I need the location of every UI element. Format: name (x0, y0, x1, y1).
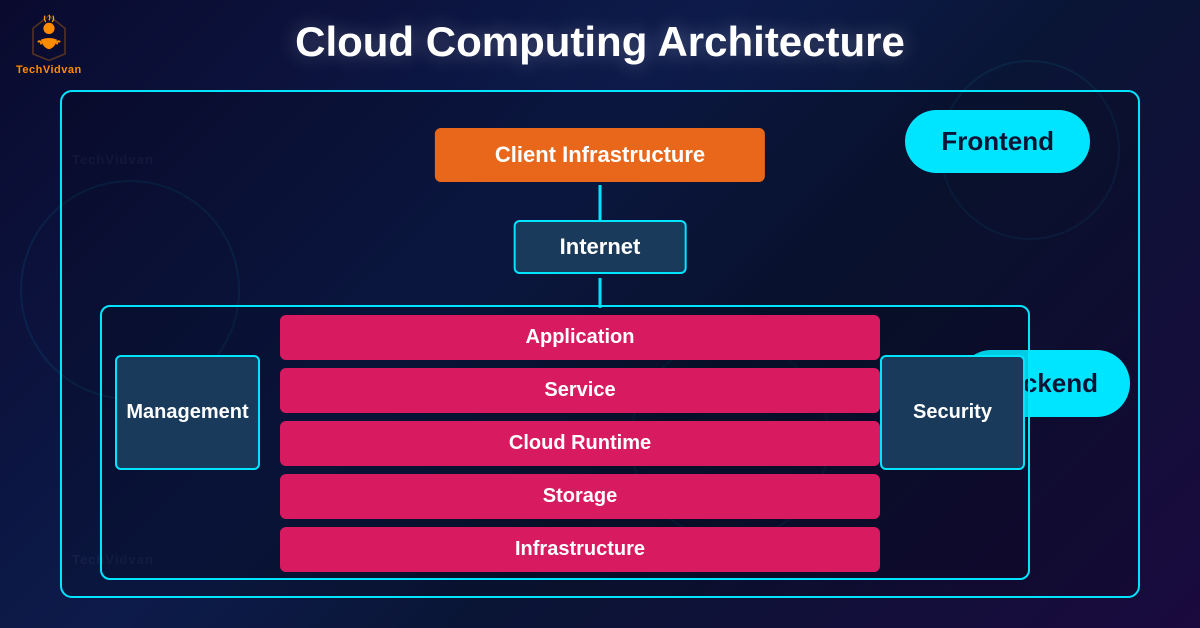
stack-item-cloud-runtime: Cloud Runtime (280, 421, 880, 466)
stack-item-infrastructure: Infrastructure (280, 527, 880, 572)
stack-item-service: Service (280, 368, 880, 413)
connector-client-internet (599, 185, 602, 223)
client-infrastructure-box: Client Infrastructure (435, 128, 765, 182)
security-box: Security (880, 355, 1025, 470)
stack-container: Application Service Cloud Runtime Storag… (280, 315, 880, 572)
watermark-text-1: TechVidvan (72, 152, 154, 167)
management-box: Management (115, 355, 260, 470)
frontend-label: Frontend (905, 110, 1090, 173)
stack-item-storage: Storage (280, 474, 880, 519)
internet-box: Internet (514, 220, 687, 274)
connector-internet-inner (599, 278, 602, 308)
page-title: Cloud Computing Architecture (0, 18, 1200, 66)
stack-item-application: Application (280, 315, 880, 360)
